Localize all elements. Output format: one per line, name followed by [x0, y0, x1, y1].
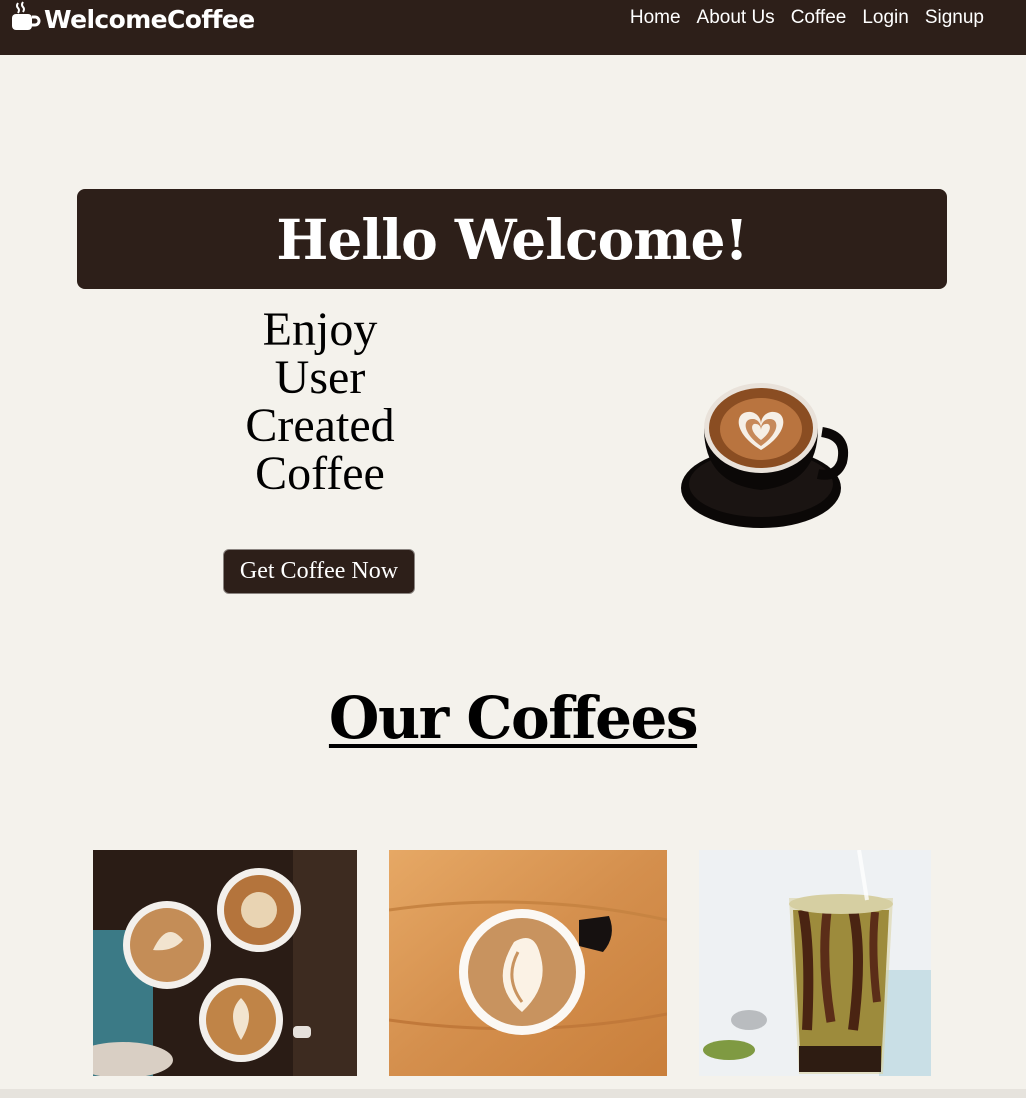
hero-title: Hello Welcome!	[276, 206, 748, 272]
hero-coffee-cup-image	[676, 376, 852, 534]
our-coffees-heading: Our Coffees	[328, 684, 699, 752]
brand-link[interactable]: WelcomeCoffee	[10, 0, 255, 38]
tagline-line: Coffee	[255, 447, 385, 500]
tagline-line: Enjoy	[262, 303, 378, 356]
navbar: WelcomeCoffee Home About Us Coffee Login…	[0, 0, 1026, 55]
nav-links: Home About Us Coffee Login Signup	[630, 6, 984, 30]
coffee-cup-icon	[10, 0, 42, 38]
coffee-card-latte-art-table[interactable]	[93, 850, 357, 1076]
tagline-line: Created	[245, 399, 395, 452]
get-coffee-now-button[interactable]: Get Coffee Now	[223, 549, 415, 594]
hero-banner: Hello Welcome!	[77, 189, 947, 289]
hero-tagline: Enjoy User Created Coffee	[200, 306, 440, 498]
brand-name: WelcomeCoffee	[44, 4, 255, 34]
latte-art-table-image	[93, 850, 357, 1076]
tagline-line: User	[274, 351, 366, 404]
latte-art-cup-image	[389, 850, 667, 1076]
nav-link-login[interactable]: Login	[862, 6, 909, 30]
coffee-card-matcha-iced-drink[interactable]	[699, 850, 931, 1076]
nav-link-coffee[interactable]: Coffee	[791, 6, 847, 30]
nav-link-signup[interactable]: Signup	[925, 6, 984, 30]
coffee-card-latte-art-cup[interactable]	[389, 850, 667, 1076]
nav-link-home[interactable]: Home	[630, 6, 681, 30]
horizontal-scrollbar[interactable]	[0, 1089, 1026, 1098]
nav-link-about-us[interactable]: About Us	[697, 6, 775, 30]
matcha-iced-drink-image	[699, 850, 931, 1076]
